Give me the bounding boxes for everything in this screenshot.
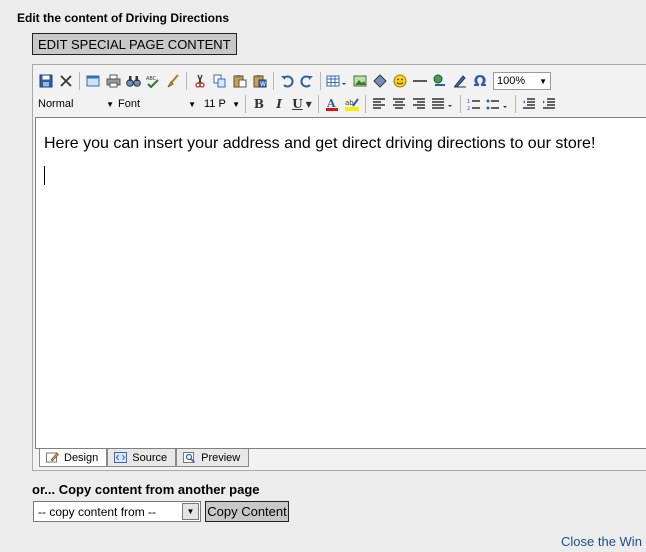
- align-center-icon[interactable]: [389, 94, 409, 114]
- copy-content-select[interactable]: -- copy content from -- ▼: [33, 501, 201, 522]
- svg-text:ABC: ABC: [146, 76, 157, 82]
- svg-text:1: 1: [467, 99, 470, 105]
- spellcheck-icon[interactable]: ABC: [143, 71, 163, 91]
- bold-icon[interactable]: B: [249, 94, 269, 114]
- toolbar-separator: [365, 95, 366, 113]
- toolbar-separator: [79, 72, 80, 90]
- chevron-down-icon: ▼: [232, 99, 240, 109]
- source-icon: [114, 452, 128, 463]
- paste-icon[interactable]: [230, 71, 250, 91]
- rich-text-editor: ABC W Ω 100% ▼ Normal ▼ Font ▼ 11 P ▼ B …: [32, 64, 646, 471]
- zoom-select[interactable]: 100% ▼: [493, 72, 551, 90]
- copy-icon[interactable]: [210, 71, 230, 91]
- fullscreen-icon[interactable]: [83, 71, 103, 91]
- editor-toolbar-bottom: Normal ▼ Font ▼ 11 P ▼ B I U ▼ A ab 1 2: [36, 93, 646, 115]
- toolbar-separator: [460, 95, 461, 113]
- svg-text:2: 2: [467, 106, 470, 111]
- paste-word-icon[interactable]: W: [250, 71, 270, 91]
- copy-content-label: or... Copy content from another page: [32, 482, 260, 497]
- chevron-down-icon: ▼: [188, 99, 196, 109]
- ordered-list-icon[interactable]: 12: [464, 94, 484, 114]
- copy-content-select-value: -- copy content from --: [38, 504, 157, 519]
- print-icon[interactable]: [103, 71, 123, 91]
- tab-design-label: Design: [64, 451, 99, 464]
- emoticon-icon[interactable]: [390, 71, 410, 91]
- chevron-down-icon: ▼: [539, 76, 547, 86]
- hyperlink-icon[interactable]: [430, 71, 450, 91]
- align-left-icon[interactable]: [369, 94, 389, 114]
- font-size-select[interactable]: 11 P ▼: [202, 95, 242, 113]
- font-value: Font: [118, 98, 141, 110]
- redo-icon[interactable]: [297, 71, 317, 91]
- image-icon[interactable]: [350, 71, 370, 91]
- copy-content-button[interactable]: Copy Content: [205, 501, 289, 522]
- editor-content-area[interactable]: Here you can insert your address and get…: [35, 117, 646, 449]
- toolbar-separator: [273, 72, 274, 90]
- close-window-link[interactable]: Close the Win: [561, 534, 642, 549]
- find-icon[interactable]: [123, 71, 143, 91]
- underline-icon[interactable]: U ▼: [289, 94, 315, 114]
- editor-content-text[interactable]: Here you can insert your address and get…: [44, 135, 595, 153]
- table-icon[interactable]: [324, 71, 350, 91]
- toolbar-separator: [186, 72, 187, 90]
- italic-icon[interactable]: I: [269, 94, 289, 114]
- toolbar-separator: [515, 95, 516, 113]
- tab-preview[interactable]: Preview: [176, 449, 250, 467]
- anchor-icon[interactable]: [370, 71, 390, 91]
- font-color-icon[interactable]: A: [322, 94, 342, 114]
- chevron-down-icon[interactable]: ▼: [182, 503, 199, 520]
- zoom-value: 100%: [497, 75, 526, 87]
- font-size-value: 11 P: [204, 98, 226, 110]
- tab-source[interactable]: Source: [107, 449, 177, 467]
- tab-design[interactable]: Design: [39, 449, 108, 467]
- toolbar-separator: [320, 72, 321, 90]
- special-char-icon[interactable]: Ω: [470, 71, 490, 91]
- tab-source-label: Source: [132, 451, 168, 464]
- toolbar-separator: [318, 95, 319, 113]
- edit-special-page-content-button[interactable]: EDIT SPECIAL PAGE CONTENT: [32, 33, 237, 55]
- outdent-icon[interactable]: [519, 94, 539, 114]
- svg-text:W: W: [260, 81, 266, 88]
- unordered-list-icon[interactable]: [484, 94, 512, 114]
- align-right-icon[interactable]: [409, 94, 429, 114]
- format-value: Normal: [38, 98, 74, 110]
- style-icon[interactable]: [450, 71, 470, 91]
- tab-preview-label: Preview: [201, 451, 241, 464]
- page-title: Edit the content of Driving Directions: [17, 11, 230, 25]
- cut-icon[interactable]: [190, 71, 210, 91]
- undo-icon[interactable]: [277, 71, 297, 91]
- indent-icon[interactable]: [539, 94, 559, 114]
- font-select[interactable]: Font ▼: [116, 95, 198, 113]
- text-caret: [44, 166, 45, 185]
- chevron-down-icon: ▼: [106, 99, 114, 109]
- preview-icon: [183, 452, 196, 463]
- highlight-icon[interactable]: ab: [342, 94, 362, 114]
- format-select[interactable]: Normal ▼: [36, 95, 116, 113]
- horizontal-rule-icon[interactable]: [410, 71, 430, 91]
- toolbar-separator: [245, 95, 246, 113]
- clean-icon[interactable]: [163, 71, 183, 91]
- cancel-icon[interactable]: [56, 71, 76, 91]
- save-icon[interactable]: [36, 71, 56, 91]
- justify-icon[interactable]: [429, 94, 457, 114]
- editor-toolbar-top: ABC W Ω 100% ▼: [36, 70, 646, 92]
- editor-mode-tabs: Design Source Preview: [39, 449, 250, 467]
- design-icon: [46, 452, 59, 463]
